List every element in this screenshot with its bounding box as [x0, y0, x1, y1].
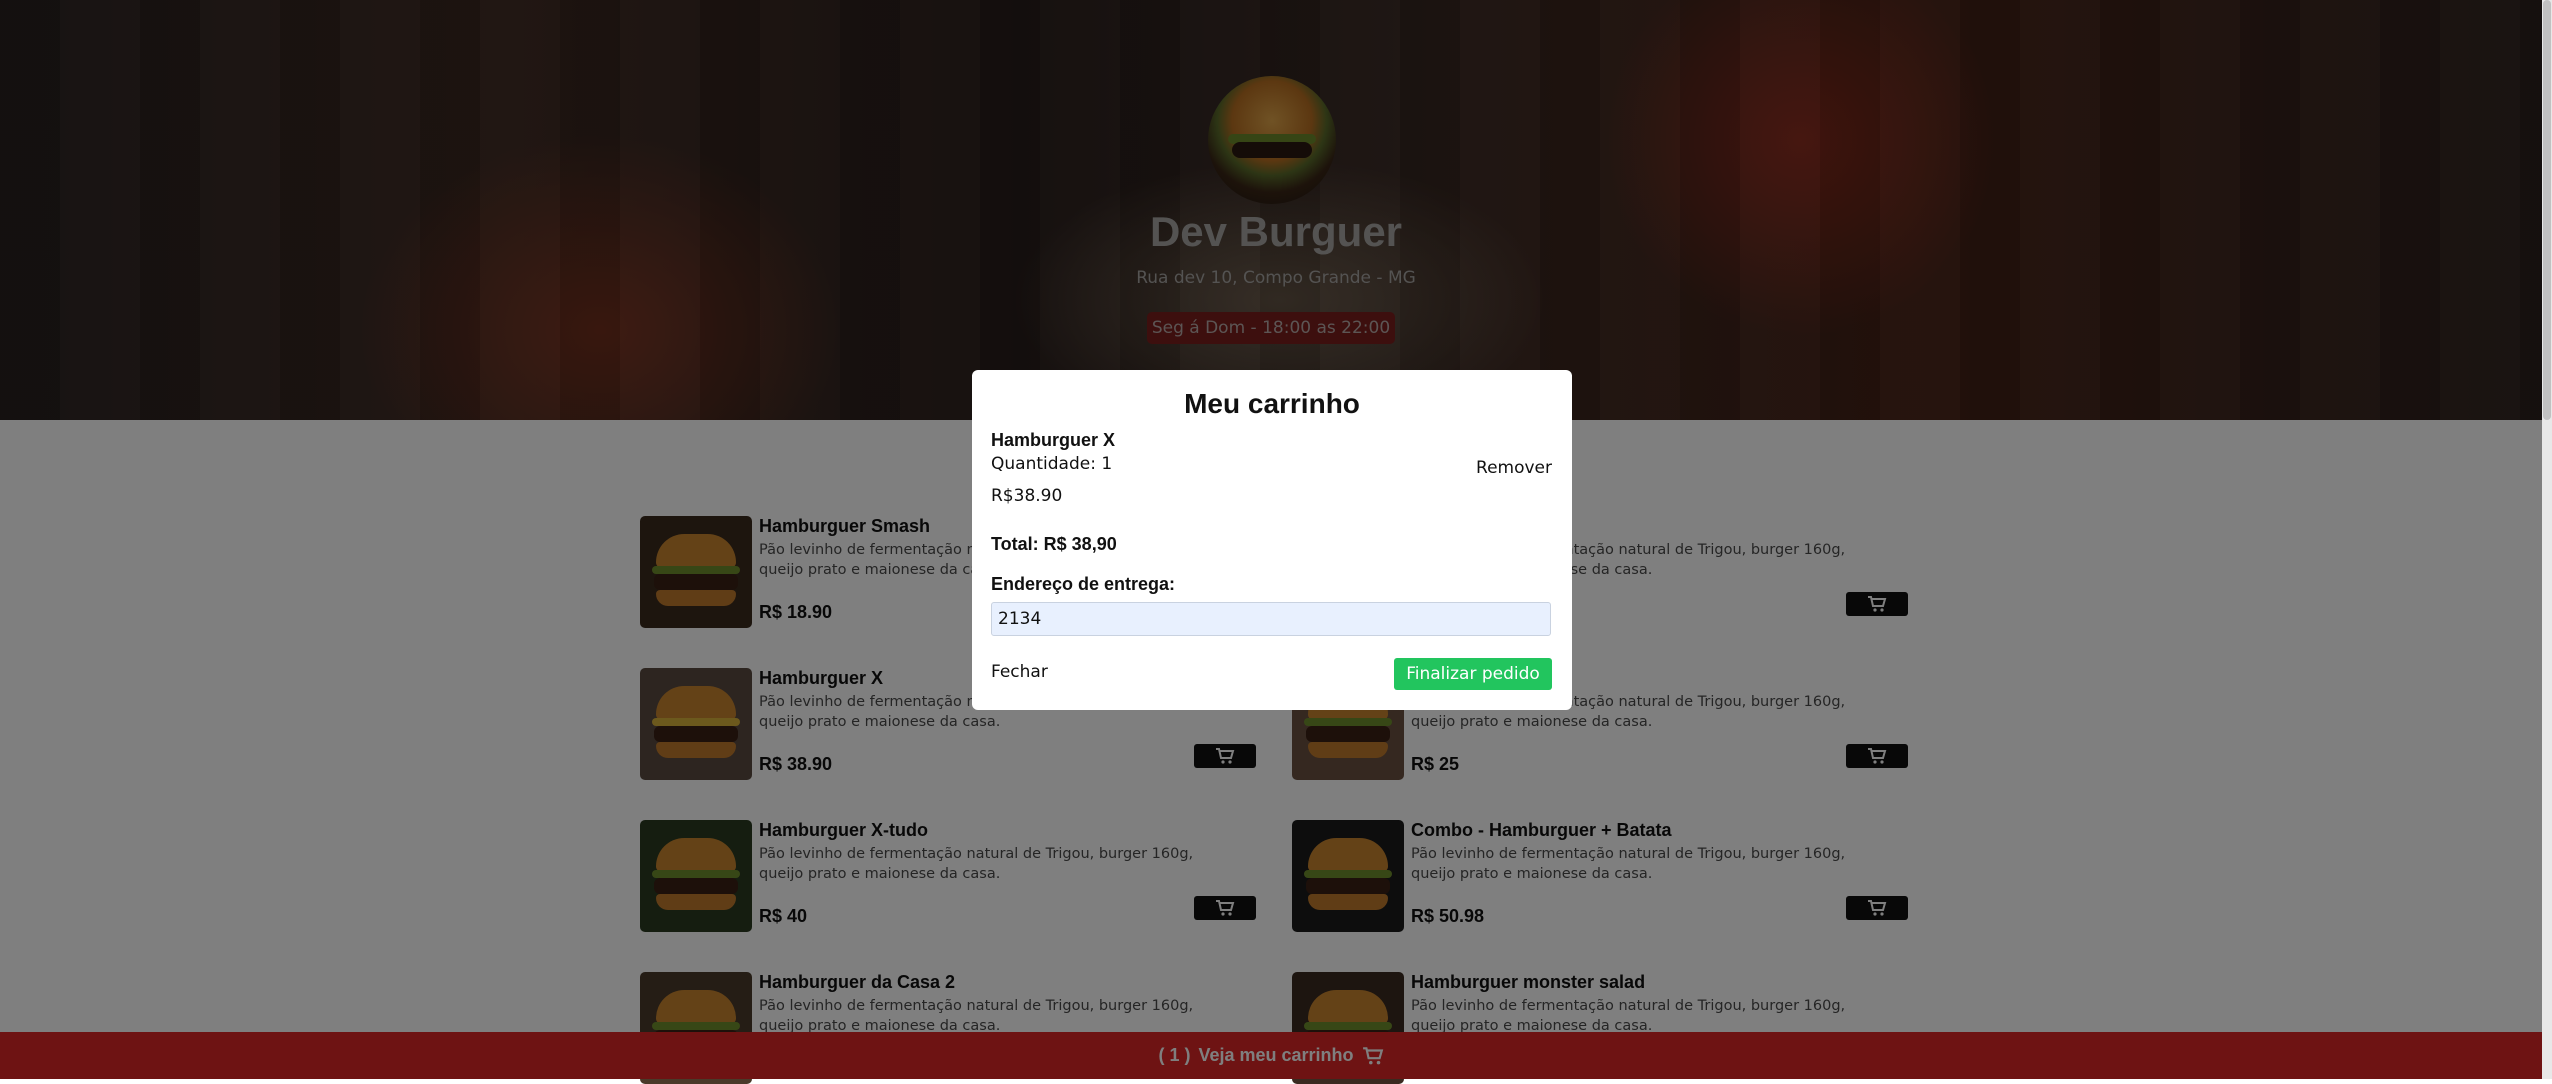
- cart-item-price: R$38.90: [991, 486, 1063, 506]
- cart-item-name: Hamburguer X: [991, 430, 1116, 450]
- cart-modal: Meu carrinho Hamburguer X Quantidade: 1 …: [972, 370, 1572, 710]
- close-modal-button[interactable]: Fechar: [991, 662, 1048, 682]
- remove-item-button[interactable]: Remover: [1476, 458, 1552, 478]
- address-label: Endereço de entrega:: [991, 574, 1176, 594]
- scrollbar-thumb[interactable]: [2543, 0, 2551, 420]
- cart-item-quantity: Quantidade: 1: [991, 454, 1113, 474]
- address-input[interactable]: [991, 602, 1551, 636]
- cart-modal-title: Meu carrinho: [1184, 388, 1360, 419]
- finish-order-button[interactable]: Finalizar pedido: [1394, 658, 1552, 690]
- page-scrollbar[interactable]: [2542, 0, 2552, 1079]
- cart-total: Total: R$ 38,90: [991, 534, 1117, 554]
